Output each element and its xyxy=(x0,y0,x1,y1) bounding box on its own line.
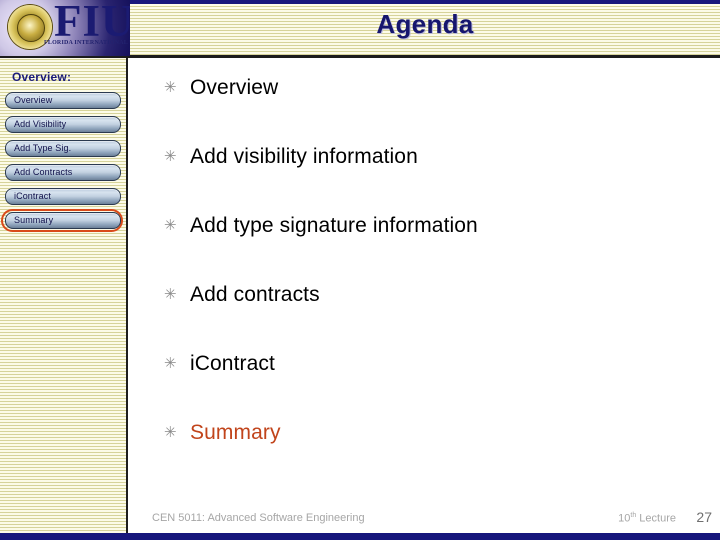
agenda-bullet-list: ✳ Overview ✳ Add visibility information ✳ Add… xyxy=(164,76,704,490)
sidebar-item-summary[interactable]: Summary xyxy=(0,209,126,236)
footer-course-label: CEN 5011: Advanced Software Engineering xyxy=(152,512,365,524)
agenda-bullet-item: ✳ iContract xyxy=(164,352,704,421)
slide-canvas: Agenda FIU FLORIDA INTERNATIONAL UNIVERS… xyxy=(0,0,720,540)
agenda-bullet-label: iContract xyxy=(190,352,275,375)
sidebar-item-icontract[interactable]: iContract xyxy=(0,188,126,212)
sidebar-item-label: Summary xyxy=(14,215,54,225)
sidebar-edge-rule xyxy=(126,56,128,534)
sidebar-item-overview[interactable]: Overview xyxy=(0,92,126,116)
page-title: Agenda xyxy=(376,9,474,39)
sidebar-button[interactable]: Add Contracts xyxy=(5,164,121,181)
sidebar-item-label: Add Visibility xyxy=(14,119,67,129)
agenda-bullet-item: ✳ Add contracts xyxy=(164,283,704,352)
agenda-bullet-item: ✳ Add visibility information xyxy=(164,145,704,214)
asterisk-bullet-icon: ✳ xyxy=(164,217,177,234)
sidebar-item-add-contracts[interactable]: Add Contracts xyxy=(0,164,126,188)
agenda-bullet-item: ✳ Overview xyxy=(164,76,704,145)
agenda-bullet-label: Add visibility information xyxy=(190,145,418,168)
logo-wordmark: FIU xyxy=(54,0,130,46)
sidebar-item-label: Overview xyxy=(14,95,53,105)
sidebar-item-label: Add Contracts xyxy=(14,167,73,177)
footer-lecture-word: Lecture xyxy=(639,512,676,525)
sidebar-button[interactable]: iContract xyxy=(5,188,121,205)
sidebar-nav-list: Overview Add Visibility Add Type Sig. Add C… xyxy=(0,92,126,236)
sidebar-item-label: Add Type Sig. xyxy=(14,143,72,153)
footer-lecture-ordinal: th xyxy=(630,512,637,519)
sidebar-item-label: iContract xyxy=(14,191,51,201)
sidebar: Overview: Overview Add Visibility Add Type… xyxy=(0,56,126,534)
agenda-bullet-item: ✳ Summary xyxy=(164,421,704,490)
footer-lecture-number: 10 xyxy=(618,512,631,525)
agenda-bullet-label: Add contracts xyxy=(190,283,320,306)
footer: CEN 5011: Advanced Software Engineering … xyxy=(128,508,720,532)
asterisk-bullet-icon: ✳ xyxy=(164,148,177,165)
agenda-bullet-label: Add type signature information xyxy=(190,214,478,237)
sidebar-button[interactable]: Add Type Sig. xyxy=(5,140,121,157)
sidebar-heading: Overview: xyxy=(12,70,72,84)
sidebar-item-add-visibility[interactable]: Add Visibility xyxy=(0,116,126,140)
agenda-bullet-item: ✳ Add type signature information xyxy=(164,214,704,283)
bottom-navy-rule xyxy=(0,533,720,540)
sidebar-button[interactable]: Overview xyxy=(5,92,121,109)
asterisk-bullet-icon: ✳ xyxy=(164,286,177,303)
asterisk-bullet-icon: ✳ xyxy=(164,79,177,96)
asterisk-bullet-icon: ✳ xyxy=(164,424,177,441)
sidebar-button[interactable]: Add Visibility xyxy=(5,116,121,133)
page-number: 27 xyxy=(696,509,712,525)
asterisk-bullet-icon: ✳ xyxy=(164,355,177,372)
slide-content: ✳ Overview ✳ Add visibility information ✳ Add… xyxy=(128,58,720,506)
agenda-bullet-label: Overview xyxy=(190,76,279,99)
sidebar-item-add-type-sig[interactable]: Add Type Sig. xyxy=(0,140,126,164)
sidebar-button[interactable]: Summary xyxy=(5,212,121,229)
agenda-bullet-label: Summary xyxy=(190,421,281,444)
footer-lecture-label: 10th Lecture xyxy=(618,512,676,525)
logo-tagline: FLORIDA INTERNATIONAL UNIVERSITY xyxy=(44,40,130,46)
fiu-logo: FIU FLORIDA INTERNATIONAL UNIVERSITY xyxy=(0,0,130,56)
